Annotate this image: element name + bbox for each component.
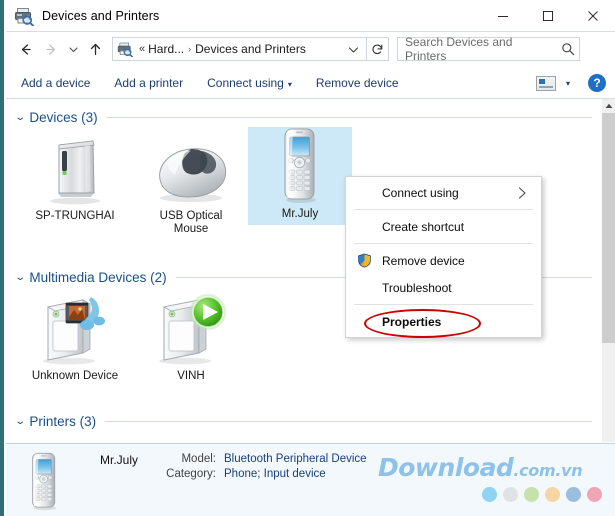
device-tile-mr-july[interactable]: Mr.July xyxy=(248,127,352,225)
add-a-device-label: Add a device xyxy=(21,76,91,90)
device-tile-usb-optical-mouse[interactable]: USB Optical Mouse xyxy=(139,129,243,240)
details-pane: Mr.July Model: Bluetooth Peripheral Devi… xyxy=(6,443,615,516)
details-value: Bluetooth Peripheral Device xyxy=(224,453,367,465)
breadcrumb-separator-icon[interactable]: › xyxy=(188,44,191,54)
chevron-down-icon: ⌄ xyxy=(14,271,27,283)
title-bar: Devices and Printers xyxy=(6,0,615,31)
minimize-button[interactable] xyxy=(480,0,525,31)
chevron-down-icon: ⌄ xyxy=(14,111,27,123)
search-input[interactable]: Search Devices and Printers xyxy=(397,35,580,63)
add-a-printer-label: Add a printer xyxy=(114,76,184,90)
add-a-printer-button[interactable]: Add a printer xyxy=(105,72,192,94)
command-bar-right: ▾ ? xyxy=(535,74,615,92)
connect-using-button[interactable]: Connect using ▾ xyxy=(198,72,301,94)
context-menu: Connect using Create shortcut Remove dev… xyxy=(345,176,542,338)
close-button[interactable] xyxy=(570,0,615,31)
address-bar: « Hard... › Devices and Printers Search … xyxy=(6,32,615,66)
search-icon[interactable] xyxy=(557,42,579,56)
forward-button[interactable] xyxy=(38,36,64,62)
recent-locations-button[interactable] xyxy=(64,36,82,62)
chevron-right-icon xyxy=(518,186,527,199)
up-button[interactable] xyxy=(82,36,108,62)
details-key: Category: xyxy=(166,468,216,480)
context-menu-item-troubleshoot[interactable]: Troubleshoot xyxy=(346,274,541,301)
window-title: Devices and Printers xyxy=(42,8,160,23)
breadcrumb-current[interactable]: Devices and Printers xyxy=(195,42,306,56)
search-placeholder: Search Devices and Printers xyxy=(405,35,513,63)
device-label: Unknown Device xyxy=(31,370,119,382)
context-menu-label: Create shortcut xyxy=(382,219,465,234)
details-properties: Model: Bluetooth Peripheral Device Categ… xyxy=(154,453,367,483)
uac-shield-icon xyxy=(357,253,372,268)
device-tile-vinh[interactable]: VINH xyxy=(139,289,243,387)
maximize-button[interactable] xyxy=(525,0,570,31)
context-menu-item-remove-device[interactable]: Remove device xyxy=(346,247,541,274)
devices-and-printers-window: Devices and Printers « Hard... › Devices… xyxy=(0,0,615,516)
remove-device-button[interactable]: Remove device xyxy=(307,72,408,94)
device-label: SP-TRUNGHAI xyxy=(35,210,115,222)
details-device-name: Mr.July xyxy=(100,453,139,467)
context-menu-label: Remove device xyxy=(382,253,465,268)
back-button[interactable] xyxy=(12,36,38,62)
help-label: ? xyxy=(593,76,601,90)
device-tile-sp-trunghai[interactable]: SP-TRUNGHAI xyxy=(23,129,127,227)
refresh-button[interactable] xyxy=(367,37,389,61)
device-label: Mr.July xyxy=(281,208,319,220)
scrollbar-thumb[interactable] xyxy=(602,113,615,343)
group-header-printers[interactable]: ⌄ Printers (3) xyxy=(14,411,592,431)
breadcrumb[interactable]: « Hard... › Devices and Printers xyxy=(112,37,367,61)
scroll-up-button[interactable] xyxy=(602,99,615,113)
context-menu-item-connect-using[interactable]: Connect using xyxy=(346,179,541,206)
device-tile-unknown-device[interactable]: Unknown Device xyxy=(23,289,127,387)
chevron-down-icon: ▾ xyxy=(287,80,292,89)
remove-device-label: Remove device xyxy=(315,76,399,90)
device-label: USB Optical Mouse xyxy=(159,210,223,235)
breadcrumb-devices-icon xyxy=(117,41,133,57)
add-a-device-button[interactable]: Add a device xyxy=(12,72,99,94)
context-menu-label: Connect using xyxy=(382,185,459,200)
devices-printers-icon xyxy=(14,6,34,26)
group-title-printers: Printers (3) xyxy=(29,413,97,429)
group-rule xyxy=(105,420,592,422)
phone-icon xyxy=(24,450,76,512)
help-button[interactable]: ? xyxy=(588,74,606,92)
mouse-icon xyxy=(139,129,243,207)
context-menu-label: Properties xyxy=(382,314,442,329)
group-title-multimedia: Multimedia Devices (2) xyxy=(29,269,167,285)
context-menu-label: Troubleshoot xyxy=(382,280,452,295)
breadcrumb-overflow-separator[interactable]: « xyxy=(139,43,145,55)
command-bar: Add a device Add a printer Connect using… xyxy=(6,68,615,98)
vertical-scrollbar[interactable] xyxy=(602,99,615,442)
details-key: Model: xyxy=(181,453,216,465)
details-row-model: Model: Bluetooth Peripheral Device xyxy=(154,453,367,465)
context-menu-item-create-shortcut[interactable]: Create shortcut xyxy=(346,213,541,240)
context-menu-separator xyxy=(354,304,533,305)
context-menu-item-properties[interactable]: Properties xyxy=(346,308,541,338)
phone-icon xyxy=(248,127,352,205)
chevron-down-icon: ⌄ xyxy=(14,415,27,427)
context-menu-separator xyxy=(354,209,533,210)
window-controls xyxy=(480,0,615,31)
context-menu-separator xyxy=(354,243,533,244)
breadcrumb-dropdown-icon[interactable] xyxy=(348,44,366,55)
details-value: Phone; Input device xyxy=(224,468,326,480)
view-chevron-down-icon[interactable]: ▾ xyxy=(566,79,570,88)
details-row-category: Category: Phone; Input device xyxy=(154,468,367,480)
group-header-devices[interactable]: ⌄ Devices (3) xyxy=(14,107,592,127)
view-layout-icon[interactable] xyxy=(535,75,556,91)
device-label: VINH xyxy=(177,370,205,382)
external-drive-icon xyxy=(23,129,127,207)
group-title-devices: Devices (3) xyxy=(29,109,98,125)
connect-using-label: Connect using xyxy=(207,76,284,90)
play-tower-icon xyxy=(139,289,243,367)
breadcrumb-parent[interactable]: Hard... xyxy=(148,42,184,56)
media-tower-icon xyxy=(23,289,127,367)
group-rule xyxy=(106,116,592,118)
